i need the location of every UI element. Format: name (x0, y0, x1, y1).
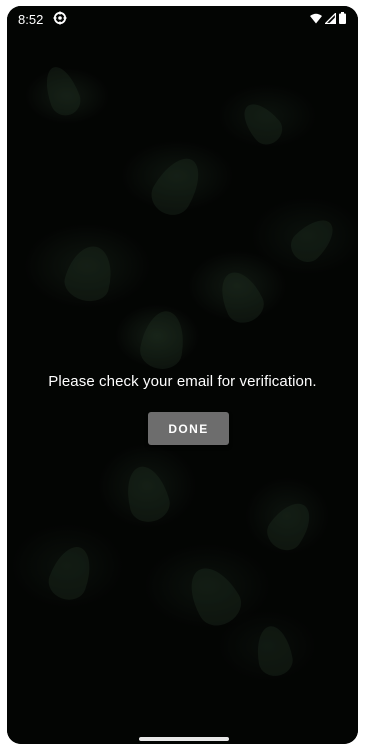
battery-icon (339, 12, 346, 24)
phone-screen: 8:52 Please check your email for verific… (7, 6, 358, 744)
signal-icon (325, 12, 336, 24)
verification-message: Please check your email for verification… (48, 373, 317, 390)
status-bar: 8:52 (7, 6, 358, 32)
settings-gear-icon (53, 11, 67, 25)
wifi-icon (310, 13, 322, 23)
done-button[interactable]: DONE (148, 412, 229, 445)
gesture-nav-handle[interactable] (139, 737, 229, 741)
status-time: 8:52 (18, 12, 44, 27)
